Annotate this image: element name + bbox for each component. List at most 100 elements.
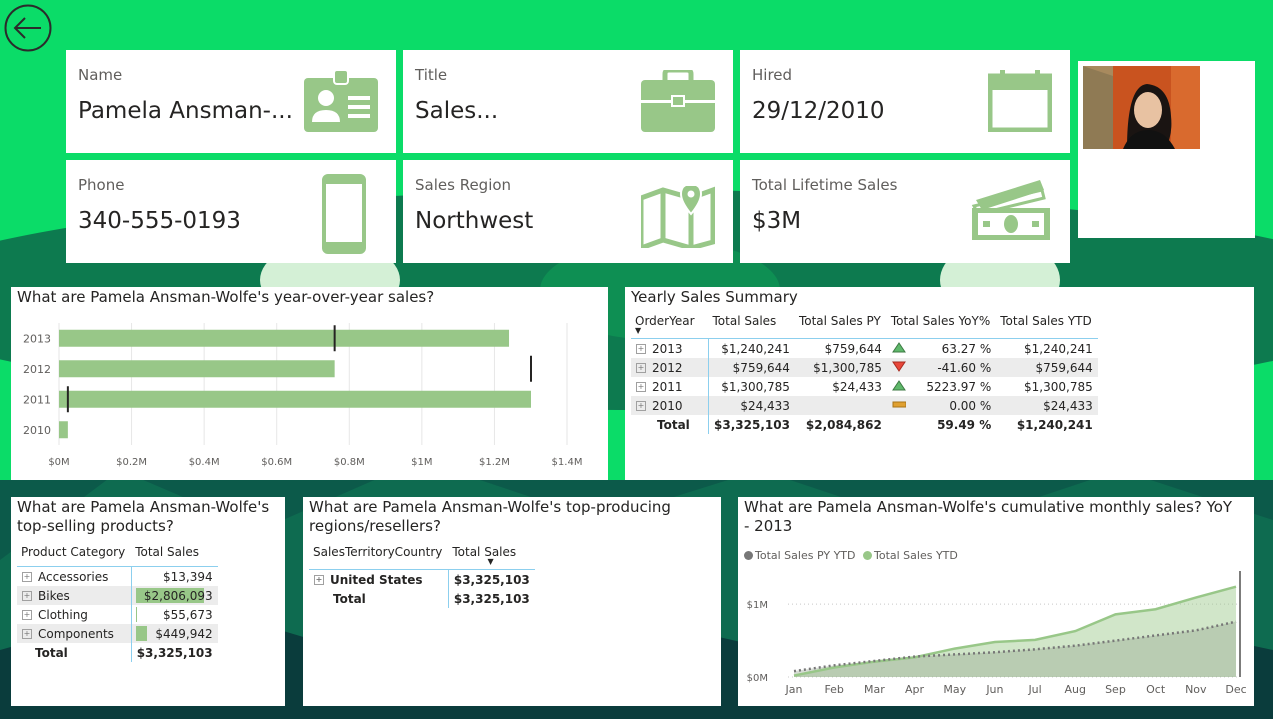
col-total-sales-ytd[interactable]: Total Sales YTD <box>996 314 1098 339</box>
expand-icon[interactable]: + <box>22 629 32 639</box>
product-name: Clothing <box>38 607 88 622</box>
total-sales-yoy-total: 59.49 % <box>937 417 992 432</box>
col-total-sales-yoy[interactable]: Total Sales YoY% <box>886 314 997 339</box>
region-value: Northwest <box>415 208 534 234</box>
total-sales-yoy-cell: 63.27 % <box>887 339 996 359</box>
table-row[interactable]: + Components $449,942 <box>17 624 218 643</box>
legend-label-ytd: Total Sales YTD <box>873 549 958 562</box>
total-sales-ytd-cell: $1,240,241 <box>1024 341 1093 356</box>
expand-icon[interactable]: + <box>636 363 646 373</box>
expand-icon[interactable]: + <box>636 344 646 354</box>
col-orderyear[interactable]: OrderYear ▼ <box>631 314 709 339</box>
regions-title-line2: regions/resellers? <box>309 517 441 535</box>
y-tick-label: $1M <box>747 600 768 611</box>
expand-icon[interactable]: + <box>314 575 324 585</box>
map-icon <box>641 186 715 248</box>
phone-card: Phone 340-555-0193 <box>66 160 396 263</box>
expand-icon[interactable]: + <box>636 401 646 411</box>
region-card: Sales Region Northwest <box>403 160 733 263</box>
col-total-sales-py[interactable]: Total Sales PY <box>794 314 887 339</box>
back-button[interactable] <box>3 3 53 53</box>
x-tick-label: $1.2M <box>479 457 510 468</box>
orderyear-cell: +2012 <box>631 358 710 377</box>
region-label: Sales Region <box>415 176 512 194</box>
total-label: Total <box>631 415 710 434</box>
employee-photo-tile <box>1078 61 1255 238</box>
x-tick-label: Dec <box>1225 683 1246 696</box>
table-row[interactable]: + Accessories $13,394 <box>17 566 218 586</box>
legend-item-py-ytd[interactable]: Total Sales PY YTD <box>744 549 855 562</box>
top-products-visual: What are Pamela Ansman-Wolfe's top-selli… <box>11 497 285 706</box>
col-region-sales[interactable]: Total Sales ▼ <box>448 545 535 570</box>
name-card: Name Pamela Ansman-... <box>66 50 396 153</box>
col-product-sales[interactable]: Total Sales <box>131 545 218 567</box>
bar-2010 <box>59 421 68 439</box>
cumulative-title-line1: What are Pamela Ansman-Wolfe's cumulativ… <box>744 498 1233 516</box>
territory-cell: + United States <box>309 569 449 589</box>
table-row[interactable]: +2011 $1,300,785 $24,433 5223.97 % $1,300,78… <box>631 377 1098 396</box>
product-name: Bikes <box>38 588 70 603</box>
bar-2013 <box>59 329 510 347</box>
total-sales-ytd-total: $1,240,241 <box>1016 417 1093 432</box>
year-label: 2010 <box>652 398 683 413</box>
table-row[interactable]: +2010 $24,433 0.00 % $24,433 <box>631 396 1098 415</box>
col-product-category[interactable]: Product Category <box>17 545 132 567</box>
y-category-label: 2010 <box>23 424 51 437</box>
expand-icon[interactable]: + <box>22 610 32 620</box>
expand-icon[interactable]: + <box>22 591 32 601</box>
x-tick-label: May <box>943 683 966 696</box>
table-row[interactable]: + United States $3,325,103 <box>309 569 535 589</box>
cumulative-area-chart: $0M $1M Jan Feb Mar Apr May Jun Jul Aug Sep Oct Nov D… <box>747 571 1247 696</box>
col-total-sales[interactable]: Total Sales <box>708 314 795 339</box>
total-sales-py-cell: $759,644 <box>824 341 882 356</box>
name-label: Name <box>78 66 123 84</box>
table-row[interactable]: + Clothing $55,673 <box>17 605 218 624</box>
table-row[interactable]: +2013 $1,240,241 $759,644 63.27 % $1,240,241 <box>631 338 1098 359</box>
legend-dot-ytd <box>862 551 872 560</box>
product-name: Components <box>38 626 114 641</box>
employee-photo <box>1083 66 1200 149</box>
year-label: 2013 <box>652 341 683 356</box>
cumulative-title: What are Pamela Ansman-Wolfe's cumulativ… <box>744 498 1232 536</box>
cumulative-sales-visual: What are Pamela Ansman-Wolfe's cumulativ… <box>738 497 1254 706</box>
products-total-value: $3,325,103 <box>136 645 213 660</box>
year-label: 2012 <box>652 360 683 375</box>
hired-card: Hired 29/12/2010 <box>740 50 1070 153</box>
orderyear-cell: +2011 <box>631 377 710 396</box>
hired-label: Hired <box>752 66 793 84</box>
product-category-cell: + Clothing <box>17 605 132 624</box>
trend-up-icon <box>891 379 906 390</box>
bar-2012 <box>59 360 335 378</box>
yoy-bar-chart: $0M $0.2M $0.4M $0.6M $0.8M $1M $1.2M $1.4M 2013… <box>23 323 583 468</box>
cumulative-title-line2: - 2013 <box>744 517 793 535</box>
products-table: Product Category Total Sales + Accessorie… <box>17 545 218 662</box>
y-category-label: 2012 <box>23 363 51 376</box>
x-tick-label: $1.4M <box>552 457 583 468</box>
yoy-value: 5223.97 % <box>926 379 992 394</box>
id-card-icon <box>304 70 378 132</box>
legend-item-ytd[interactable]: Total Sales YTD <box>862 549 958 562</box>
product-sales-cell: $55,673 <box>131 605 217 624</box>
total-sales-yoy-cell: -41.60 % <box>886 358 997 377</box>
col-territory-country[interactable]: SalesTerritoryCountry <box>309 545 449 570</box>
product-sales-value: $13,394 <box>163 569 213 584</box>
col-orderyear-label: OrderYear <box>635 314 695 328</box>
total-row: Total $3,325,103 <box>309 589 535 608</box>
total-row: Total $3,325,103 $2,084,862 59.49 % $1,240,2… <box>631 415 1098 434</box>
money-icon <box>971 180 1050 240</box>
territory-name: United States <box>330 572 423 587</box>
expand-icon[interactable]: + <box>22 572 32 582</box>
yoy-sales-visual: What are Pamela Ansman-Wolfe's year-over… <box>11 287 608 480</box>
regions-title: What are Pamela Ansman-Wolfe's top-produ… <box>309 498 671 536</box>
total-sales-py-cell: $24,433 <box>832 379 882 394</box>
expand-icon[interactable]: + <box>636 382 646 392</box>
total-row: Total $3,325,103 <box>17 643 218 662</box>
table-row[interactable]: +2012 $759,644 $1,300,785 -41.60 % $759,644 <box>631 358 1098 377</box>
product-sales-value: $449,942 <box>155 626 213 641</box>
table-row[interactable]: + Bikes $2,806,093 <box>17 586 218 605</box>
products-title: What are Pamela Ansman-Wolfe's top-selli… <box>17 498 269 536</box>
x-tick-label: Oct <box>1146 683 1166 696</box>
trend-up-icon <box>891 341 906 352</box>
total-sales-py-total: $2,084,862 <box>805 417 882 432</box>
y-tick-label: $0M <box>747 673 768 684</box>
